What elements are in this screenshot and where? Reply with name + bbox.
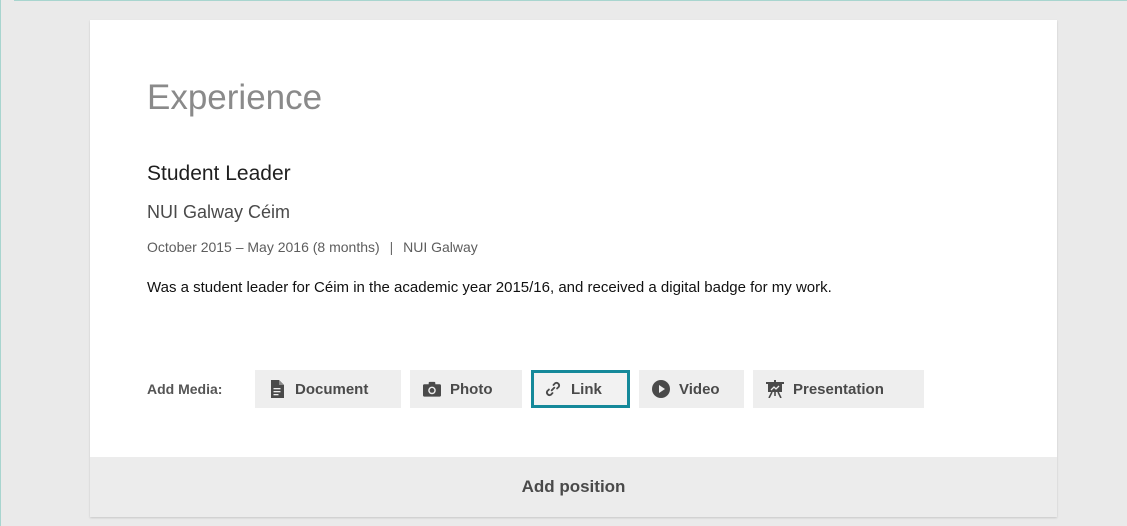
- add-link-button[interactable]: Link: [531, 370, 630, 408]
- position-dates: October 2015 – May 2016 (8 months): [147, 239, 380, 255]
- play-icon: [652, 380, 670, 398]
- add-presentation-button[interactable]: Presentation: [753, 370, 924, 408]
- position-meta: October 2015 – May 2016 (8 months) | NUI…: [147, 238, 478, 256]
- add-document-button[interactable]: Document: [255, 370, 401, 408]
- document-icon: [268, 380, 286, 398]
- add-video-button[interactable]: Video: [639, 370, 744, 408]
- photo-button-label: Photo: [450, 380, 493, 398]
- presentation-button-label: Presentation: [793, 380, 884, 398]
- add-position-button[interactable]: Add position: [90, 457, 1057, 517]
- document-button-label: Document: [295, 380, 369, 398]
- company-name: NUI Galway Céim: [147, 202, 291, 222]
- meta-separator: |: [389, 239, 394, 255]
- position-description: Was a student leader for Céim in the aca…: [147, 279, 832, 296]
- link-icon: [544, 380, 562, 398]
- experience-card: Experience Student Leader NUI Galway Céi…: [90, 20, 1057, 517]
- left-frame-border: [0, 0, 14, 526]
- video-button-label: Video: [679, 380, 720, 398]
- top-frame-border: [0, 0, 1127, 8]
- position-title: Student Leader: [147, 162, 291, 185]
- section-title: Experience: [147, 78, 323, 117]
- presentation-icon: [766, 380, 784, 398]
- position-location: NUI Galway: [403, 239, 478, 255]
- add-media-label: Add Media:: [147, 381, 223, 397]
- link-button-label: Link: [571, 380, 602, 398]
- add-photo-button[interactable]: Photo: [410, 370, 522, 408]
- camera-icon: [423, 380, 441, 398]
